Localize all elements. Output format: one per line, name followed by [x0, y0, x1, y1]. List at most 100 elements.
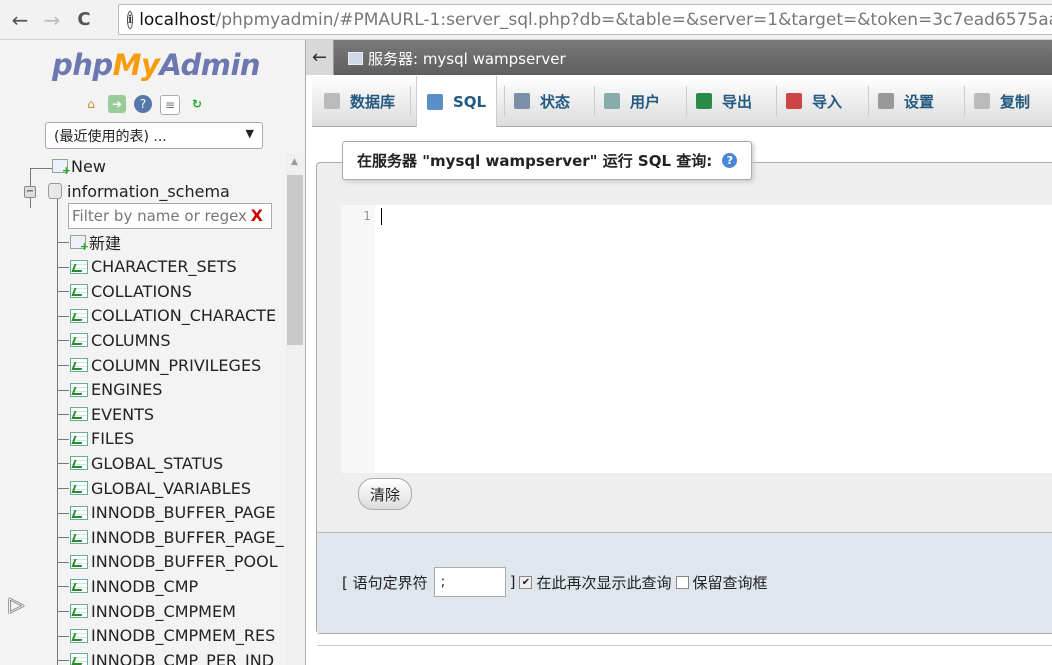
table-icon [70, 604, 88, 618]
export-icon [696, 93, 712, 109]
server-icon [348, 52, 363, 65]
forward-button[interactable]: → [40, 8, 64, 32]
table-name: GLOBAL_VARIABLES [91, 478, 251, 498]
table-icon [70, 653, 88, 665]
sql-editor[interactable]: 1 [341, 205, 1052, 473]
table-name: 新建 [89, 234, 122, 253]
table-list-item[interactable]: GLOBAL_VARIABLES [0, 476, 290, 500]
table-list-item[interactable]: INNODB_CMP_PER_IND [0, 648, 290, 665]
table-list-item[interactable]: COLUMN_PRIVILEGES [0, 353, 290, 377]
tab-label: 状态 [540, 92, 571, 111]
table-icon [70, 554, 88, 569]
table-list-item[interactable]: EVENTS [0, 402, 290, 426]
reload-icon[interactable]: ↻ [188, 95, 206, 113]
tab-export[interactable]: 导出 [696, 76, 752, 126]
table-name: INNODB_CMP_PER_IND [91, 650, 275, 665]
recent-tables-select[interactable]: (最近使用的表) ... ▼ [45, 122, 263, 149]
delimiter-label: [ 语句定界符 [342, 573, 428, 592]
line-number: 1 [363, 209, 371, 223]
back-button[interactable]: ← [8, 8, 32, 32]
help-icon[interactable]: ? [722, 153, 738, 168]
table-name: GLOBAL_STATUS [91, 453, 224, 473]
status-icon [514, 93, 530, 109]
scroll-up-icon[interactable]: ▲ [291, 157, 298, 167]
table-list-item[interactable]: COLLATION_CHARACTE [0, 304, 290, 328]
table-name: INNODB_BUFFER_POOL [91, 552, 278, 572]
tab-database[interactable]: 数据库 [324, 76, 395, 126]
tab-status[interactable]: 状态 [514, 76, 570, 126]
table-name: COLUMN_PRIVILEGES [91, 355, 262, 375]
table-filter-input[interactable]: Filter by name or regex X [68, 203, 272, 229]
table-list-item[interactable]: GLOBAL_STATUS [0, 451, 290, 475]
retain-box-label: 保留查询框 [692, 573, 768, 592]
clear-filter-icon[interactable]: X [251, 206, 263, 225]
clear-button[interactable]: 清除 [358, 478, 412, 510]
table-list-item[interactable]: INNODB_CMPMEM [0, 599, 290, 623]
table-list-item[interactable]: INNODB_CMPMEM_RES [0, 624, 290, 648]
table-list-item[interactable]: CHARACTER_SETS [0, 255, 290, 279]
table-icon [70, 259, 88, 274]
divider [317, 645, 1052, 646]
tab-settings[interactable]: 设置 [878, 76, 934, 126]
show-again-checkbox[interactable]: ✔ [519, 575, 533, 589]
tab-users[interactable]: 用户 [604, 76, 660, 126]
table-list-item[interactable]: INNODB_BUFFER_PAGE_ [0, 525, 290, 549]
phpmyadmin-logo[interactable]: phpMyAdmin [52, 48, 261, 82]
table-list-item[interactable]: COLUMNS [0, 328, 290, 352]
table-name: INNODB_CMPMEM [91, 601, 236, 621]
mouse-pointer-icon: ▷ [9, 592, 25, 616]
tab-separator [410, 86, 411, 116]
table-icon [70, 284, 88, 299]
exit-icon[interactable]: ➜ [108, 95, 126, 113]
tree-item-new[interactable]: New [0, 154, 290, 178]
users-icon [604, 93, 620, 109]
table-list-item[interactable]: INNODB_BUFFER_POOL [0, 550, 290, 574]
tab-import[interactable]: 导入 [786, 76, 842, 126]
delimiter-input[interactable]: ; [433, 567, 506, 597]
table-icon [70, 358, 88, 372]
delimiter-close: ] [509, 573, 516, 591]
table-icon [70, 505, 88, 520]
scroll-thumb[interactable] [287, 175, 303, 345]
table-list-item[interactable]: INNODB_BUFFER_PAGE [0, 501, 290, 525]
collapse-nav-button[interactable]: ← [306, 40, 334, 75]
table-name: INNODB_BUFFER_PAGE [91, 503, 276, 523]
docs-icon[interactable]: ≡ [160, 95, 180, 115]
tab-replication[interactable]: 复制 [974, 76, 1030, 126]
table-icon [70, 481, 88, 495]
address-bar[interactable]: i localhost/phpmyadmin/#PMAURL-1:server_… [118, 4, 1052, 35]
table-icon [70, 530, 88, 545]
table-name: INNODB_CMP [91, 576, 199, 596]
nav-scrollbar[interactable]: ▲ [286, 153, 305, 665]
collapse-icon[interactable]: − [24, 186, 36, 198]
tree-item-information-schema[interactable]: − information_schema [0, 179, 290, 203]
tab-label: 用户 [630, 92, 661, 111]
quick-links: ⌂ ➜ ? ≡ ↻ [82, 95, 206, 115]
tab-label: 设置 [904, 92, 935, 111]
table-icon [70, 407, 88, 422]
import-icon [786, 93, 802, 109]
new-table-icon [70, 235, 89, 253]
tree-item-new-table[interactable]: 新建 [0, 230, 290, 254]
main-tab-bar: 数据库 SQL 状态 用户 导出 导入 设置 复制 [312, 76, 1052, 127]
sql-query-legend: 在服务器 "mysql wampserver" 运行 SQL 查询: ? [342, 141, 753, 180]
table-list-item[interactable]: FILES [0, 427, 290, 451]
chevron-down-icon: ▼ [245, 127, 254, 140]
help-icon[interactable]: ? [134, 95, 152, 113]
table-name: CHARACTER_SETS [91, 257, 237, 277]
tab-separator [868, 86, 869, 116]
tab-label: 导入 [812, 92, 843, 111]
tab-label: SQL [453, 92, 487, 111]
tab-sql[interactable]: SQL [416, 76, 498, 127]
site-info-icon[interactable]: i [127, 10, 134, 29]
text-caret [381, 208, 382, 225]
retain-box-checkbox[interactable] [675, 575, 689, 589]
home-icon[interactable]: ⌂ [82, 95, 100, 113]
table-icon [70, 308, 88, 323]
table-list-item[interactable]: ENGINES [0, 378, 290, 402]
server-breadcrumb[interactable]: 服务器: mysql wampserver [348, 48, 566, 69]
reload-button[interactable]: C [72, 8, 96, 32]
table-list-item[interactable]: INNODB_CMP [0, 574, 290, 598]
tab-separator [776, 86, 777, 116]
table-list-item[interactable]: COLLATIONS [0, 279, 290, 303]
